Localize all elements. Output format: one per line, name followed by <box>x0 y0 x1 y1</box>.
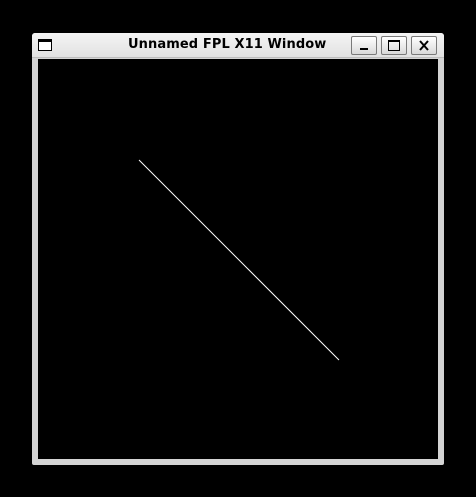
minimize-icon <box>360 48 368 50</box>
window-icon[interactable] <box>38 39 52 51</box>
x11-window[interactable]: Unnamed FPL X11 Window <box>32 33 444 465</box>
diagonal-line <box>138 159 340 361</box>
desktop: Unnamed FPL X11 Window <box>0 0 476 497</box>
canvas-svg <box>138 159 340 361</box>
maximize-icon <box>388 40 400 51</box>
window-title: Unnamed FPL X11 Window <box>128 37 327 52</box>
drawing-canvas[interactable] <box>38 59 438 459</box>
maximize-button[interactable] <box>381 36 407 55</box>
title-bar[interactable]: Unnamed FPL X11 Window <box>32 33 444 58</box>
close-button[interactable] <box>411 36 437 55</box>
minimize-button[interactable] <box>351 36 377 55</box>
close-icon <box>419 40 429 51</box>
